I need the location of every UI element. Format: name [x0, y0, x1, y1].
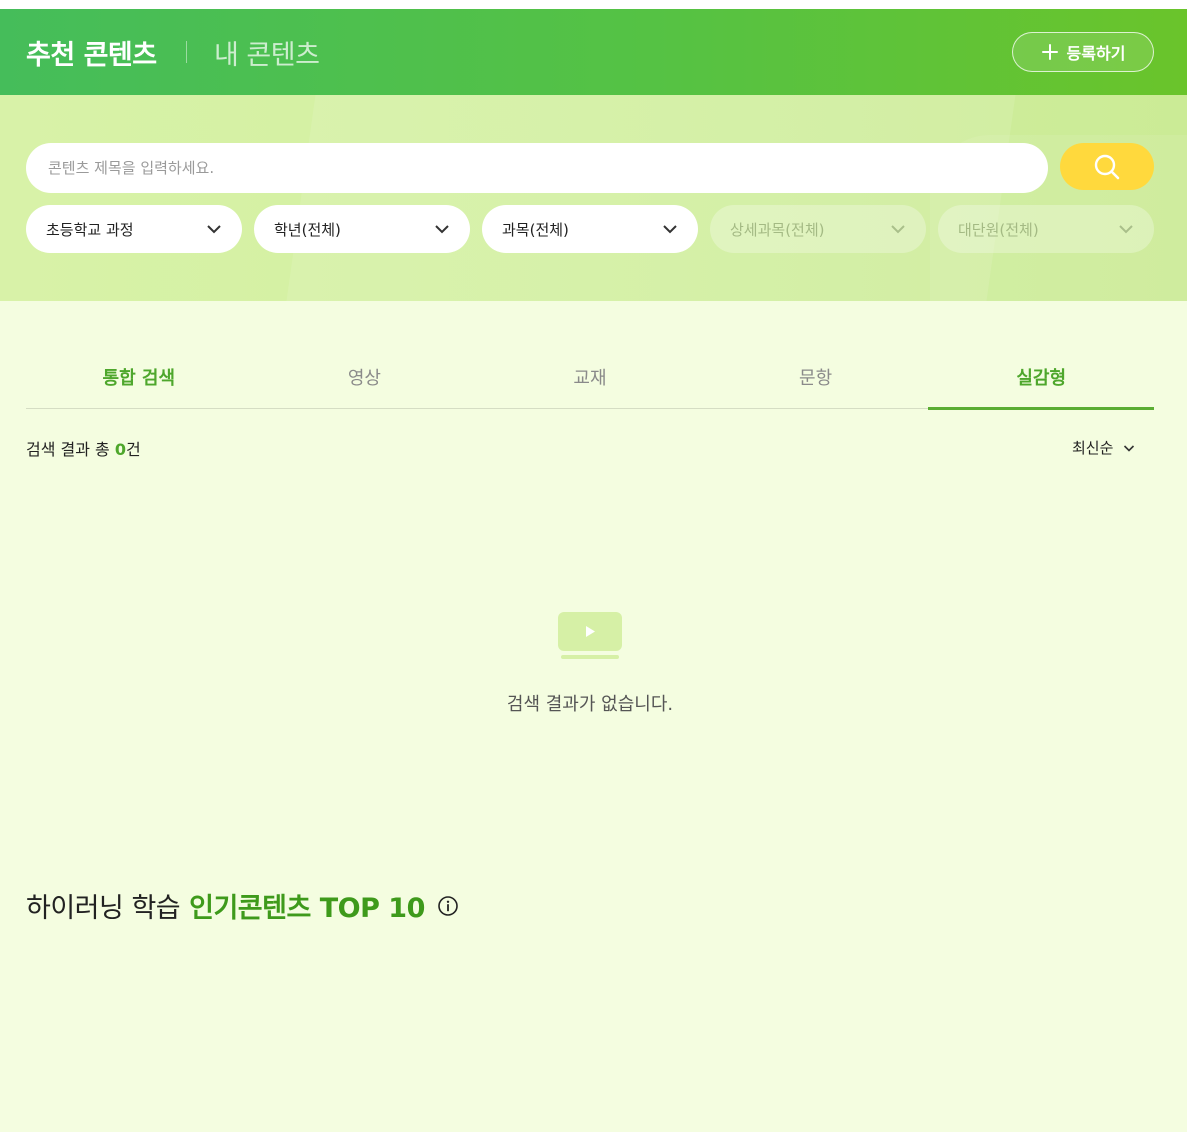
chevron-down-icon	[891, 225, 905, 234]
popular-title-highlight: 인기콘텐츠 TOP 10	[189, 893, 425, 924]
search-button[interactable]	[1060, 143, 1154, 190]
sort-select-value: 최신순	[1072, 439, 1114, 457]
result-count: 검색 결과 총 0건	[26, 436, 141, 460]
subject-select[interactable]: 과목(전체)	[482, 205, 698, 253]
content-type-tabs: 통합 검색 영상 교재 문항 실감형	[26, 345, 1154, 410]
unit-select: 대단원(전체)	[938, 205, 1154, 253]
chevron-down-icon	[435, 225, 449, 234]
select-value: 대단원(전체)	[958, 220, 1039, 239]
register-button[interactable]: 등록하기	[1012, 32, 1154, 72]
play-icon	[558, 612, 622, 659]
search-panel: 초등학교 과정 학년(전체) 과목(전체) 상세과목(전체) 대단원(전체)	[0, 95, 1187, 301]
select-value: 과목(전체)	[502, 220, 569, 239]
tab-my-content[interactable]: 내 콘텐츠	[214, 33, 320, 72]
detail-subject-select: 상세과목(전체)	[710, 205, 926, 253]
grade-select[interactable]: 학년(전체)	[254, 205, 470, 253]
sort-select[interactable]: 최신순	[1072, 437, 1135, 458]
empty-result-message: 검색 결과가 없습니다.	[506, 694, 674, 715]
top-strip	[0, 0, 1187, 9]
select-value: 상세과목(전체)	[730, 220, 825, 239]
chevron-down-icon	[207, 225, 221, 234]
register-button-label: 등록하기	[1066, 44, 1126, 63]
header-bar: 추천 콘텐츠 내 콘텐츠 등록하기	[0, 9, 1187, 95]
select-value: 학년(전체)	[274, 220, 341, 239]
plus-icon	[1041, 43, 1059, 61]
result-count-prefix: 검색 결과 총	[26, 440, 115, 459]
chevron-down-icon	[1124, 444, 1135, 452]
result-count-suffix: 건	[126, 440, 141, 459]
info-icon[interactable]	[437, 895, 459, 917]
select-value: 초등학교 과정	[46, 220, 134, 239]
search-input[interactable]	[26, 143, 1048, 193]
popular-content-title: 하이러닝 학습 인기콘텐츠 TOP 10	[26, 886, 459, 925]
header-divider	[186, 41, 187, 63]
school-level-select[interactable]: 초등학교 과정	[26, 205, 242, 253]
chevron-down-icon	[1119, 225, 1133, 234]
popular-title-prefix: 하이러닝 학습	[26, 893, 181, 924]
tab-immersive[interactable]: 실감형	[928, 345, 1154, 410]
tab-textbook[interactable]: 교재	[477, 345, 703, 408]
tab-recommended-content[interactable]: 추천 콘텐츠	[26, 33, 157, 72]
tab-question[interactable]: 문항	[703, 345, 929, 408]
search-icon	[1094, 154, 1120, 179]
chevron-down-icon	[663, 225, 677, 234]
result-count-number: 0	[114, 440, 126, 459]
tab-integrated-search[interactable]: 통합 검색	[26, 345, 252, 408]
tab-video[interactable]: 영상	[252, 345, 478, 408]
background-decoration	[278, 95, 1022, 301]
